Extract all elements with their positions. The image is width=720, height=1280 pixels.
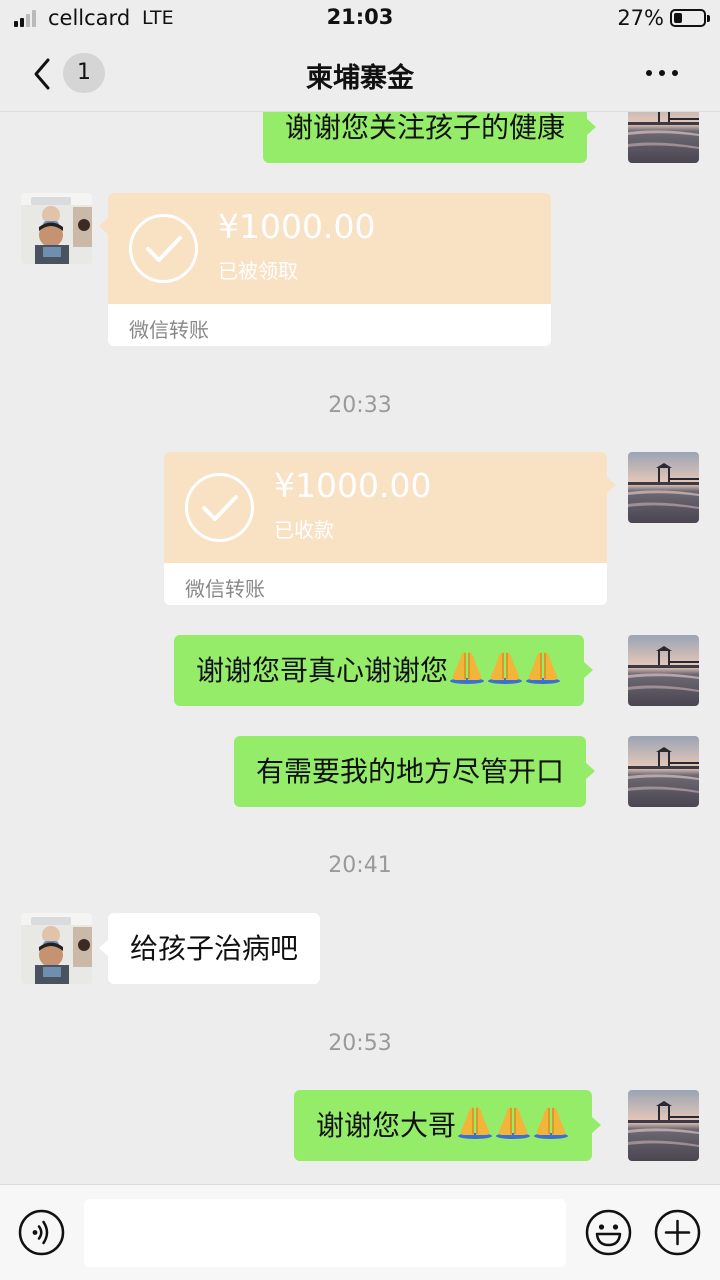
contact-avatar[interactable] xyxy=(21,913,92,984)
transfer-card-header: ¥1000.00 已收款 xyxy=(164,452,616,563)
transfer-amount: ¥1000.00 xyxy=(218,207,376,246)
self-avatar[interactable] xyxy=(628,1090,699,1161)
message-text: 谢谢您大哥 xyxy=(316,1109,457,1142)
message-bubble-self[interactable]: 有需要我的地方尽管开口 xyxy=(234,736,596,807)
chat-header: 1 柬埔寨金 xyxy=(0,36,720,112)
pray-emoji xyxy=(456,1105,494,1139)
transfer-label: 微信转账 xyxy=(185,577,265,601)
pray-emoji xyxy=(532,1105,570,1139)
status-bar: cellcard LTE 21:03 27% xyxy=(0,0,720,36)
transfer-status: 已收款 xyxy=(274,518,334,542)
transfer-status: 已被领取 xyxy=(218,259,298,283)
battery-icon xyxy=(670,9,710,27)
message-bubble-self[interactable]: 谢谢您大哥 xyxy=(294,1090,602,1161)
voice-icon[interactable] xyxy=(18,1209,65,1256)
transfer-card[interactable]: ¥1000.00 已被领取 微信转账 xyxy=(99,193,551,346)
transfer-card-header: ¥1000.00 已被领取 xyxy=(99,193,551,304)
self-avatar[interactable] xyxy=(628,736,699,807)
message-timestamp: 20:41 xyxy=(328,853,392,878)
transfer-label: 微信转账 xyxy=(129,318,209,342)
pray-emoji xyxy=(494,1105,532,1139)
self-avatar[interactable] xyxy=(628,635,699,706)
message-text: 谢谢您哥真心谢谢您 xyxy=(196,654,449,687)
more-icon[interactable] xyxy=(646,66,680,80)
add-icon[interactable] xyxy=(654,1209,701,1256)
transfer-amount: ¥1000.00 xyxy=(274,466,432,505)
message-bubble-other[interactable]: 给孩子治病吧 xyxy=(98,913,321,984)
message-text: 谢谢您关注孩子的健康 xyxy=(285,111,566,144)
input-bar xyxy=(0,1184,720,1280)
pray-emoji xyxy=(448,650,486,684)
message-text: 有需要我的地方尽管开口 xyxy=(256,755,565,788)
transfer-card[interactable]: ¥1000.00 已收款 微信转账 xyxy=(164,452,616,605)
pray-emoji xyxy=(524,650,562,684)
status-time: 21:03 xyxy=(326,5,394,29)
message-timestamp: 20:33 xyxy=(328,393,392,418)
message-bubble-self[interactable]: 谢谢您哥真心谢谢您 xyxy=(174,635,594,706)
chat-title: 柬埔寨金 xyxy=(306,63,414,94)
message-timestamp: 20:53 xyxy=(328,1031,392,1056)
pray-emoji xyxy=(486,650,524,684)
emoji-icon[interactable] xyxy=(585,1209,632,1256)
message-text: 给孩子治病吧 xyxy=(130,932,299,965)
check-circle-icon xyxy=(185,473,254,542)
contact-avatar[interactable] xyxy=(21,193,92,264)
self-avatar[interactable] xyxy=(628,452,699,523)
check-circle-icon xyxy=(129,214,198,283)
message-input[interactable] xyxy=(84,1199,566,1267)
battery-percent: 27% xyxy=(617,6,664,30)
